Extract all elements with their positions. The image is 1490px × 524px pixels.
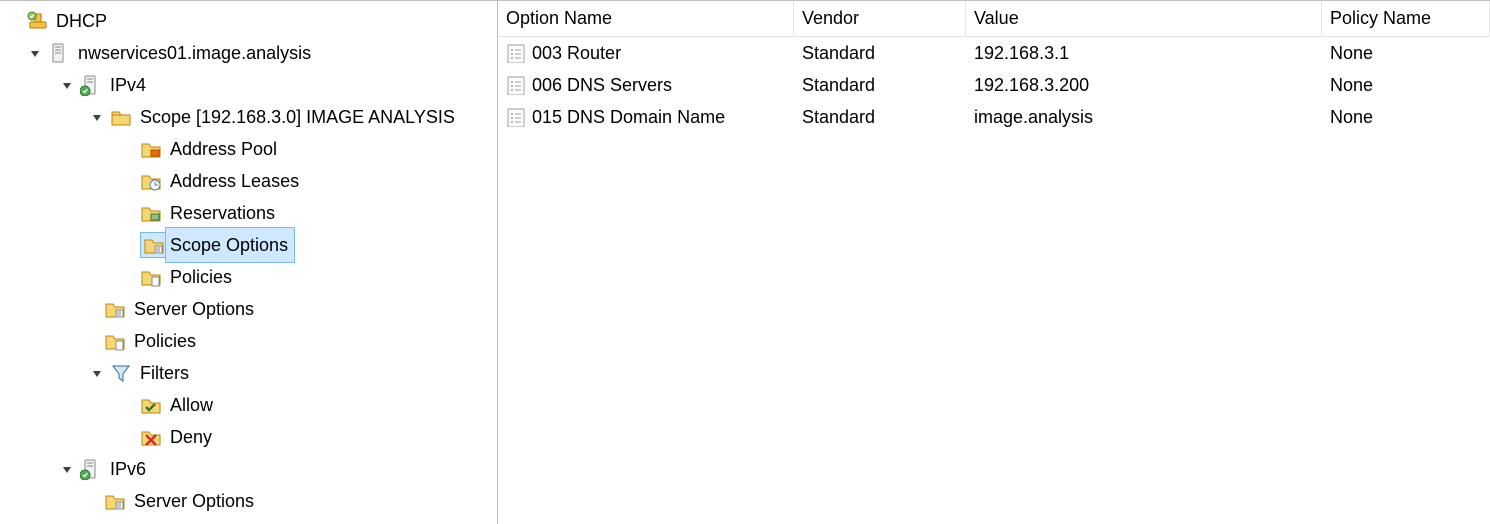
list-body: 003 Router Standard 192.168.3.1 None 006… xyxy=(498,37,1490,133)
policies-icon xyxy=(104,330,126,352)
tree-label: Server Options xyxy=(132,293,256,325)
address-pool-icon xyxy=(140,138,162,160)
column-header-option-name[interactable]: Option Name xyxy=(498,1,794,36)
option-item-icon xyxy=(506,75,526,95)
tree-pane[interactable]: DHCP nwservices01.image.analysis IPv4 Sc… xyxy=(0,1,498,524)
column-header-vendor[interactable]: Vendor xyxy=(794,1,966,36)
tree-node-dhcp-root[interactable]: DHCP xyxy=(6,5,497,37)
reservations-icon xyxy=(140,202,162,224)
tree-node-scope-options[interactable]: Scope Options xyxy=(6,229,497,261)
cell-policy: None xyxy=(1322,43,1490,64)
tree-node-server-options[interactable]: Server Options xyxy=(6,293,497,325)
tree-label: Scope Options xyxy=(165,227,295,263)
list-row[interactable]: 003 Router Standard 192.168.3.1 None xyxy=(498,37,1490,69)
tree-node-ipv6-server-options[interactable]: Server Options xyxy=(6,485,497,517)
spacer xyxy=(6,13,22,29)
cell-option-name: 003 Router xyxy=(532,43,621,64)
server-icon xyxy=(48,42,70,64)
tree-node-filters[interactable]: Filters xyxy=(6,357,497,389)
cell-value: image.analysis xyxy=(966,107,1322,128)
ipv4-icon xyxy=(80,74,102,96)
server-options-icon xyxy=(104,298,126,320)
tree-label: Scope [192.168.3.0] IMAGE ANALYSIS xyxy=(138,101,457,133)
tree-node-ipv4[interactable]: IPv4 xyxy=(6,69,497,101)
tree-node-scope-policies[interactable]: Policies xyxy=(6,261,497,293)
cell-value: 192.168.3.200 xyxy=(966,75,1322,96)
tree-label: IPv6 xyxy=(108,453,148,485)
tree-node-filter-deny[interactable]: Deny xyxy=(6,421,497,453)
tree-label: nwservices01.image.analysis xyxy=(76,37,313,69)
tree-label: Server Options xyxy=(132,485,256,517)
expand-toggle-icon[interactable] xyxy=(60,77,76,93)
column-header-value[interactable]: Value xyxy=(966,1,1322,36)
cell-policy: None xyxy=(1322,107,1490,128)
cell-vendor: Standard xyxy=(794,75,966,96)
tree-node-address-pool[interactable]: Address Pool xyxy=(6,133,497,165)
tree-label: Address Leases xyxy=(168,165,301,197)
tree-node-address-leases[interactable]: Address Leases xyxy=(6,165,497,197)
tree-label: Policies xyxy=(132,325,198,357)
server-options-icon xyxy=(104,490,126,512)
option-item-icon xyxy=(506,107,526,127)
tree-label: Address Pool xyxy=(168,133,279,165)
tree-label: DHCP xyxy=(54,5,109,37)
details-pane: Option Name Vendor Value Policy Name 003… xyxy=(498,1,1490,524)
dhcp-mmc-window: DHCP nwservices01.image.analysis IPv4 Sc… xyxy=(0,0,1490,524)
cell-option-name: 015 DNS Domain Name xyxy=(532,107,725,128)
cell-policy: None xyxy=(1322,75,1490,96)
expand-toggle-icon[interactable] xyxy=(60,461,76,477)
tree-label: Policies xyxy=(168,261,234,293)
cell-vendor: Standard xyxy=(794,107,966,128)
ipv6-icon xyxy=(80,458,102,480)
tree-node-filter-allow[interactable]: Allow xyxy=(6,389,497,421)
tree-label: Filters xyxy=(138,357,191,389)
expand-toggle-icon[interactable] xyxy=(90,365,106,381)
column-header-policy-name[interactable]: Policy Name xyxy=(1322,1,1490,36)
tree-label: Deny xyxy=(168,421,214,453)
scope-options-icon xyxy=(140,232,165,258)
list-row[interactable]: 006 DNS Servers Standard 192.168.3.200 N… xyxy=(498,69,1490,101)
tree-label: Reservations xyxy=(168,197,277,229)
tree-node-reservations[interactable]: Reservations xyxy=(6,197,497,229)
address-leases-icon xyxy=(140,170,162,192)
filter-allow-icon xyxy=(140,394,162,416)
cell-vendor: Standard xyxy=(794,43,966,64)
tree-label: IPv4 xyxy=(108,69,148,101)
policies-icon xyxy=(140,266,162,288)
filter-deny-icon xyxy=(140,426,162,448)
tree-node-server[interactable]: nwservices01.image.analysis xyxy=(6,37,497,69)
expand-toggle-icon[interactable] xyxy=(28,45,44,61)
cell-value: 192.168.3.1 xyxy=(966,43,1322,64)
tree-node-scope[interactable]: Scope [192.168.3.0] IMAGE ANALYSIS xyxy=(6,101,497,133)
list-header: Option Name Vendor Value Policy Name xyxy=(498,1,1490,37)
tree-node-ipv6[interactable]: IPv6 xyxy=(6,453,497,485)
cell-option-name: 006 DNS Servers xyxy=(532,75,672,96)
filters-icon xyxy=(110,362,132,384)
list-row[interactable]: 015 DNS Domain Name Standard image.analy… xyxy=(498,101,1490,133)
tree-node-server-policies[interactable]: Policies xyxy=(6,325,497,357)
tree-label: Allow xyxy=(168,389,215,421)
expand-toggle-icon[interactable] xyxy=(90,109,106,125)
scope-folder-icon xyxy=(110,106,132,128)
dhcp-root-icon xyxy=(26,10,48,32)
option-item-icon xyxy=(506,43,526,63)
